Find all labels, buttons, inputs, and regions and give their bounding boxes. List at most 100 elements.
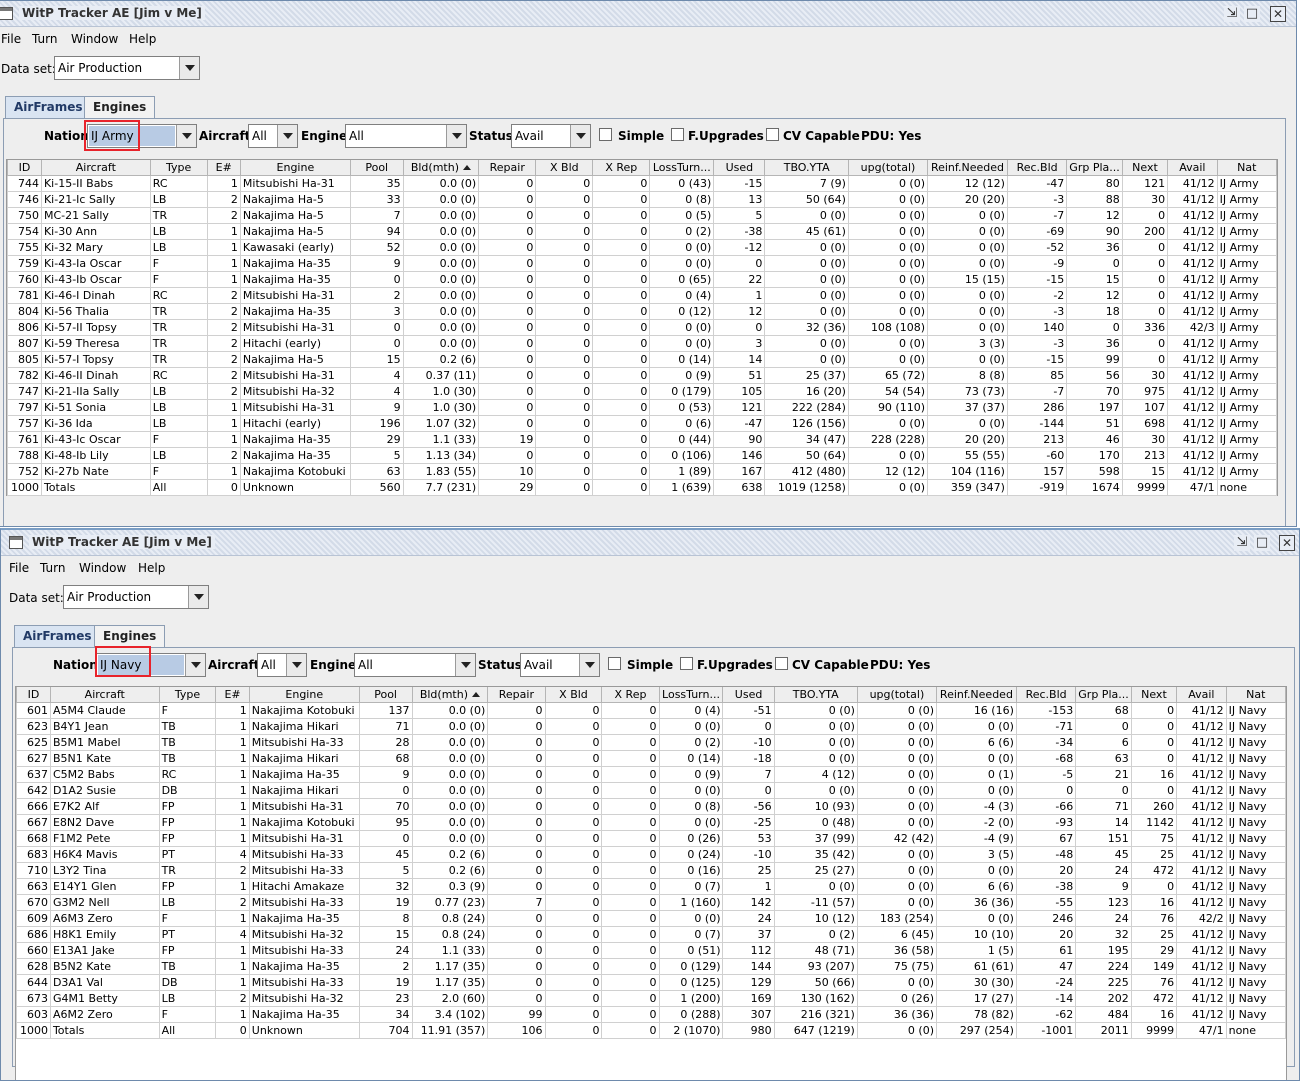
table-row[interactable]: 625 B5M1 Mabel TB 1 Mitsubishi Ha-33 28 0.0 (0… (16, 733, 1287, 751)
table-row[interactable]: 788 Ki-48-Ib Lily LB 2 Nakajima Ha-35 5 1.13 (… (7, 446, 1278, 464)
table-row[interactable]: 754 Ki-30 Ann LB 1 Nakajima Ha-5 94 0.0 (0) 0 0 0… (7, 222, 1278, 240)
table-row[interactable]: 668 F1M2 Pete FP 1 Mitsubishi Ha-31 0 0.0 (0) 0… (16, 829, 1287, 847)
fupgrades-checkbox[interactable] (680, 657, 693, 670)
column-header-next[interactable]: Next (1121, 160, 1169, 176)
chevron-down-icon[interactable] (188, 586, 208, 608)
column-header-grp-planes[interactable]: Grp Pla... (1066, 160, 1123, 176)
menu-window[interactable]: Window (79, 561, 126, 575)
table-row[interactable]: 1000 Totals All 0 Unknown 704 11.91 (357) 106 0 0… (16, 1021, 1287, 1039)
table-row[interactable]: 710 L3Y2 Tina TR 2 Mitsubishi Ha-33 5 0.2 (6) 0… (16, 861, 1287, 879)
chevron-down-icon[interactable] (179, 57, 199, 79)
menu-file[interactable]: File (9, 561, 29, 575)
table-row[interactable]: 623 B4Y1 Jean TB 1 Nakajima Hikari 71 0.0 (0) 0… (16, 717, 1287, 735)
table-row[interactable]: 667 E8N2 Dave FP 1 Nakajima Kotobuki 95 0.0 (0… (16, 813, 1287, 831)
column-header-rec-bld[interactable]: Rec.Bld (1006, 160, 1068, 176)
column-header-reinf-needed[interactable]: Reinf.Needed (935, 687, 1017, 703)
column-header-nat[interactable]: Nat (1225, 687, 1287, 703)
column-header-rec-bld[interactable]: Rec.Bld (1015, 687, 1077, 703)
column-header-engine-count[interactable]: E# (215, 687, 250, 703)
table-row[interactable]: 757 Ki-36 Ida LB 1 Hitachi (early) 196 1.07 (3… (7, 414, 1278, 432)
table-row[interactable]: 1000 Totals All 0 Unknown 560 7.7 (231) 29 0 0 1 (… (7, 478, 1278, 496)
table-row[interactable]: 750 MC-21 Sally TR 2 Nakajima Ha-5 7 0.0 (0) 0 0… (7, 206, 1278, 224)
column-header-aircraft[interactable]: Aircraft (49, 687, 160, 703)
column-header-x-rep[interactable]: X Rep (592, 160, 651, 176)
aircraft-select[interactable]: All (248, 124, 298, 148)
column-header-aircraft[interactable]: Aircraft (40, 160, 151, 176)
menu-help[interactable]: Help (129, 32, 156, 46)
chevron-down-icon[interactable] (286, 654, 306, 676)
menu-turn[interactable]: Turn (40, 561, 65, 575)
simple-checkbox[interactable] (599, 128, 612, 141)
column-header-avail[interactable]: Avail (1167, 160, 1218, 176)
column-header-type[interactable]: Type (158, 687, 217, 703)
column-header-engine[interactable]: Engine (239, 160, 351, 176)
column-header-nat[interactable]: Nat (1216, 160, 1278, 176)
column-header-loss-turn[interactable]: LossTurn... (649, 160, 715, 176)
table-row[interactable]: 804 Ki-56 Thalia TR 2 Nakajima Ha-35 3 0.0 (0)… (7, 302, 1278, 320)
table-row[interactable]: 683 H6K4 Mavis PT 4 Mitsubishi Ha-33 45 0.2 (6… (16, 845, 1287, 863)
table-row[interactable]: 797 Ki-51 Sonia LB 1 Mitsubishi Ha-31 9 1.0 (3… (7, 398, 1278, 416)
table-row[interactable]: 660 E13A1 Jake FP 1 Mitsubishi Ha-33 24 1.1 (3… (16, 941, 1287, 959)
column-header-x-bld[interactable]: X Bld (535, 160, 594, 176)
column-header-id[interactable]: ID (7, 160, 42, 176)
cvcapable-checkbox[interactable] (766, 128, 779, 141)
column-header-id[interactable]: ID (16, 687, 51, 703)
chevron-down-icon[interactable] (455, 654, 475, 676)
column-header-engine-count[interactable]: E# (206, 160, 241, 176)
table-row[interactable]: 666 E7K2 Alf FP 1 Mitsubishi Ha-31 70 0.0 (0) 0… (16, 797, 1287, 815)
tab-engines[interactable]: Engines (94, 625, 166, 647)
tab-airframes[interactable]: AirFrames (14, 625, 101, 648)
table-row[interactable]: 637 C5M2 Babs RC 1 Nakajima Ha-35 9 0.0 (0) 0 0 0… (16, 765, 1287, 783)
column-header-tbo-yta[interactable]: TBO.YTA (773, 687, 858, 703)
column-header-type[interactable]: Type (149, 160, 208, 176)
menu-file[interactable]: File (1, 32, 21, 46)
column-header-x-bld[interactable]: X Bld (544, 687, 603, 703)
column-header-next[interactable]: Next (1130, 687, 1178, 703)
engine-select[interactable]: All (354, 653, 476, 677)
cvcapable-checkbox[interactable] (775, 657, 788, 670)
column-header-x-rep[interactable]: X Rep (601, 687, 660, 703)
table-row[interactable]: 761 Ki-43-Ic Oscar F 1 Nakajima Ha-35 29 1.1 (… (7, 430, 1278, 448)
column-header-upg-total[interactable]: upg(total) (856, 687, 937, 703)
table-row[interactable]: 746 Ki-21-Ic Sally LB 2 Nakajima Ha-5 33 0.0 (… (7, 190, 1278, 208)
chevron-down-icon[interactable] (277, 125, 297, 147)
tab-airframes[interactable]: AirFrames (5, 96, 92, 119)
table-row[interactable]: 673 G4M1 Betty LB 2 Mitsubishi Ha-32 23 2.0 (6… (16, 989, 1287, 1007)
dataset-select[interactable]: Air Production (54, 56, 200, 80)
chevron-down-icon[interactable] (185, 654, 205, 676)
table-row[interactable]: 752 Ki-27b Nate F 1 Nakajima Kotobuki 63 1.83 … (7, 462, 1278, 480)
maximize-icon[interactable]: □ (1254, 535, 1270, 551)
column-header-engine[interactable]: Engine (248, 687, 360, 703)
table-row[interactable]: 663 E14Y1 Glen FP 1 Hitachi Amakaze 32 0.3 (9)… (16, 877, 1287, 895)
column-header-grp-planes[interactable]: Grp Pla... (1075, 687, 1132, 703)
table-row[interactable]: 628 B5N2 Kate TB 1 Nakajima Ha-35 2 1.17 (35) 0… (16, 957, 1287, 975)
column-header-tbo-yta[interactable]: TBO.YTA (764, 160, 849, 176)
table-row[interactable]: 601 A5M4 Claude F 1 Nakajima Kotobuki 137 0.0 … (16, 701, 1287, 719)
column-header-avail[interactable]: Avail (1176, 687, 1227, 703)
restore-icon[interactable]: ⇲ (1234, 535, 1250, 551)
chevron-down-icon[interactable] (446, 125, 466, 147)
table-row[interactable]: 603 A6M2 Zero F 1 Nakajima Ha-35 34 3.4 (102) 9… (16, 1005, 1287, 1023)
close-icon[interactable]: ✕ (1279, 535, 1295, 551)
column-header-reinf-needed[interactable]: Reinf.Needed (927, 160, 1008, 176)
table-row[interactable]: 781 Ki-46-I Dinah RC 2 Mitsubishi Ha-31 2 0.0 … (7, 286, 1278, 304)
table-row[interactable]: 642 D1A2 Susie DB 1 Nakajima Hikari 0 0.0 (0) 0… (16, 781, 1287, 799)
chevron-down-icon[interactable] (579, 654, 599, 676)
tab-engines[interactable]: Engines (84, 96, 156, 118)
column-header-repair[interactable]: Repair (487, 687, 546, 703)
column-header-pool[interactable]: Pool (349, 160, 404, 176)
column-header-loss-turn[interactable]: LossTurn... (658, 687, 724, 703)
column-header-bld-mth[interactable]: Bld(mth) (411, 687, 489, 703)
simple-checkbox[interactable] (608, 657, 621, 670)
table-row[interactable]: 782 Ki-46-II Dinah RC 2 Mitsubishi Ha-31 4 0.3… (7, 366, 1278, 384)
table-row[interactable]: 759 Ki-43-Ia Oscar F 1 Nakajima Ha-35 9 0.0 (0… (7, 254, 1278, 272)
table-row[interactable]: 807 Ki-59 Theresa TR 2 Hitachi (early) 0 0.0 (… (7, 334, 1278, 352)
table-row[interactable]: 686 H8K1 Emily PT 4 Mitsubishi Ha-32 15 0.8 (2… (16, 925, 1287, 943)
table-row[interactable]: 644 D3A1 Val DB 1 Mitsubishi Ha-33 19 1.17 (35… (16, 973, 1287, 991)
chevron-down-icon[interactable] (176, 125, 196, 147)
column-header-upg-total[interactable]: upg(total) (847, 160, 929, 176)
column-header-used[interactable]: Used (722, 687, 775, 703)
table-row[interactable]: 805 Ki-57-I Topsy TR 2 Nakajima Ha-5 15 0.2 (6… (7, 350, 1278, 368)
fupgrades-checkbox[interactable] (671, 128, 684, 141)
table-row[interactable]: 806 Ki-57-II Topsy TR 2 Mitsubishi Ha-31 0 0.0… (7, 318, 1278, 336)
